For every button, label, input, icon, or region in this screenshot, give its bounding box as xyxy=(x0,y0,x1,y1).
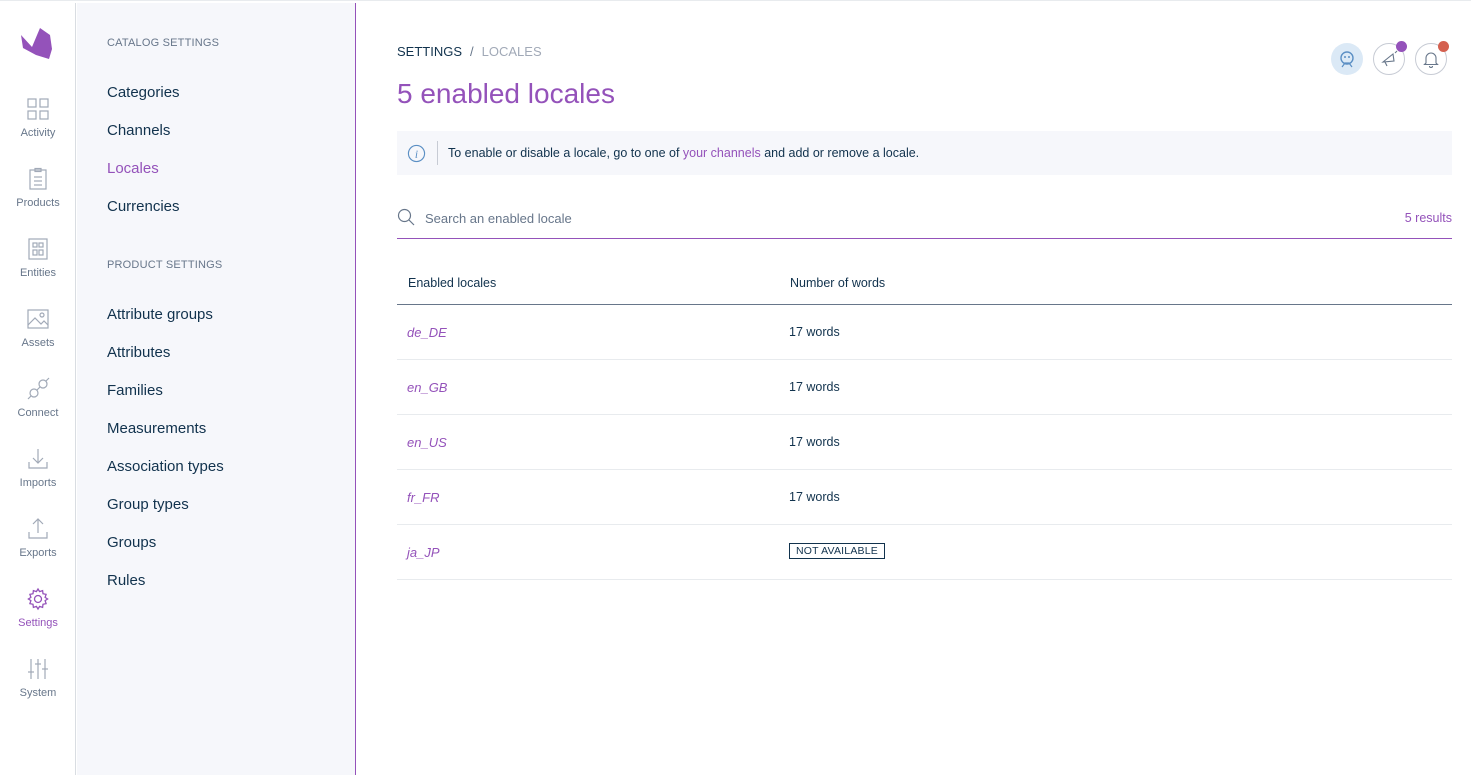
bell-icon xyxy=(1423,52,1439,68)
table-row[interactable]: en_GB 17 words xyxy=(397,360,1452,415)
word-count: 17 words xyxy=(789,325,840,339)
announcements-button[interactable] xyxy=(1373,41,1407,75)
rail-item-label: Entities xyxy=(19,267,57,279)
word-count: 17 words xyxy=(789,490,840,504)
settings-subnav: CATALOG SETTINGS Categories Channels Loc… xyxy=(77,3,356,775)
locale-code: fr_FR xyxy=(407,490,440,505)
rail-item-label: Connect xyxy=(17,407,59,419)
page-title: 5 enabled locales xyxy=(397,78,615,109)
rail-item-exports[interactable]: Exports xyxy=(0,517,76,577)
rail-item-label: Activity xyxy=(20,127,56,139)
notifications-button[interactable] xyxy=(1415,41,1449,75)
rail-item-label: System xyxy=(19,687,57,699)
product-settings-title: PRODUCT SETTINGS xyxy=(107,259,223,271)
locale-code: en_GB xyxy=(407,380,448,395)
subnav-item-groups[interactable]: Groups xyxy=(107,534,156,551)
info-text: To enable or disable a locale, go to one… xyxy=(448,146,919,160)
notification-dot xyxy=(1438,41,1449,52)
rail-item-products[interactable]: Products xyxy=(0,167,76,227)
info-text-before: To enable or disable a locale, go to one… xyxy=(448,146,683,160)
svg-text:i: i xyxy=(415,149,418,161)
table-row[interactable]: de_DE 17 words xyxy=(397,305,1452,360)
subnav-item-association-types[interactable]: Association types xyxy=(107,458,224,475)
help-avatar-icon xyxy=(1340,51,1354,68)
announcement-icon xyxy=(1381,50,1398,67)
locales-table: Enabled locales Number of words de_DE 17… xyxy=(397,269,1452,580)
column-header-enabled-locales: Enabled locales xyxy=(408,276,497,290)
table-row[interactable]: ja_JP NOT AVAILABLE xyxy=(397,525,1452,580)
rail-item-label: Products xyxy=(16,197,60,209)
subnav-item-families[interactable]: Families xyxy=(107,382,163,399)
rail-item-label: Exports xyxy=(19,547,57,559)
announcement-dot xyxy=(1396,41,1407,52)
catalog-settings-title: CATALOG SETTINGS xyxy=(107,37,220,49)
gear-icon xyxy=(27,587,49,611)
table-row[interactable]: fr_FR 17 words xyxy=(397,470,1452,525)
subnav-item-measurements[interactable]: Measurements xyxy=(107,420,206,437)
locale-code: en_US xyxy=(407,435,447,450)
breadcrumb: SETTINGS / LOCALES xyxy=(397,44,542,59)
dashboard-icon xyxy=(27,98,49,120)
info-divider xyxy=(437,141,438,165)
sliders-icon xyxy=(28,659,48,679)
rail-item-activity[interactable]: Activity xyxy=(0,97,76,157)
import-icon xyxy=(28,449,48,469)
subnav-item-categories[interactable]: Categories xyxy=(107,84,180,101)
akeneo-logo-icon[interactable] xyxy=(18,25,54,61)
export-icon xyxy=(28,518,48,539)
search-bar: 5 results xyxy=(397,206,1452,239)
rail-item-label: Imports xyxy=(19,477,57,489)
main-content: SETTINGS / LOCALES 5 enabled locales i T… xyxy=(357,3,1471,775)
search-icon xyxy=(397,208,415,226)
subnav-item-currencies[interactable]: Currencies xyxy=(107,198,180,215)
rail-item-label: Settings xyxy=(18,617,58,629)
plug-icon xyxy=(27,377,50,400)
column-header-number-of-words: Number of words xyxy=(790,276,886,290)
table-row[interactable]: en_US 17 words xyxy=(397,415,1452,470)
search-input[interactable] xyxy=(425,208,1225,228)
main-navigation-rail: Activity Products Entities Assets Connec… xyxy=(0,3,76,775)
table-header: Enabled locales Number of words xyxy=(397,269,1452,305)
rail-item-assets[interactable]: Assets xyxy=(0,307,76,367)
info-icon: i xyxy=(407,144,426,163)
locale-code: ja_JP xyxy=(407,545,440,560)
breadcrumb-separator: / xyxy=(470,44,474,59)
rail-item-system[interactable]: System xyxy=(0,657,76,717)
word-count: 17 words xyxy=(789,435,840,449)
subnav-item-group-types[interactable]: Group types xyxy=(107,496,189,513)
not-available-badge: NOT AVAILABLE xyxy=(789,543,885,559)
subnav-item-channels[interactable]: Channels xyxy=(107,122,170,139)
subnav-item-attributes[interactable]: Attributes xyxy=(107,344,170,361)
rail-item-imports[interactable]: Imports xyxy=(0,447,76,507)
info-text-after: and add or remove a locale. xyxy=(760,146,920,160)
rail-item-entities[interactable]: Entities xyxy=(0,237,76,297)
subnav-item-rules[interactable]: Rules xyxy=(107,572,145,589)
word-count: 17 words xyxy=(789,380,840,394)
entities-icon xyxy=(28,238,48,260)
info-helper: i To enable or disable a locale, go to o… xyxy=(397,131,1452,175)
your-channels-link[interactable]: your channels xyxy=(683,146,761,160)
results-count: 5 results xyxy=(1404,211,1452,225)
subnav-item-attribute-groups[interactable]: Attribute groups xyxy=(107,306,213,323)
header-actions xyxy=(1331,41,1451,75)
subnav-item-locales[interactable]: Locales xyxy=(107,160,159,177)
clipboard-icon xyxy=(29,167,47,190)
help-avatar-button[interactable] xyxy=(1331,43,1363,75)
breadcrumb-current: LOCALES xyxy=(481,44,542,59)
rail-item-label: Assets xyxy=(21,337,55,349)
breadcrumb-settings-link[interactable]: SETTINGS xyxy=(397,44,462,59)
locale-code: de_DE xyxy=(407,325,447,340)
rail-item-connect[interactable]: Connect xyxy=(0,377,76,437)
image-icon xyxy=(27,309,49,329)
rail-item-settings[interactable]: Settings xyxy=(0,587,76,647)
